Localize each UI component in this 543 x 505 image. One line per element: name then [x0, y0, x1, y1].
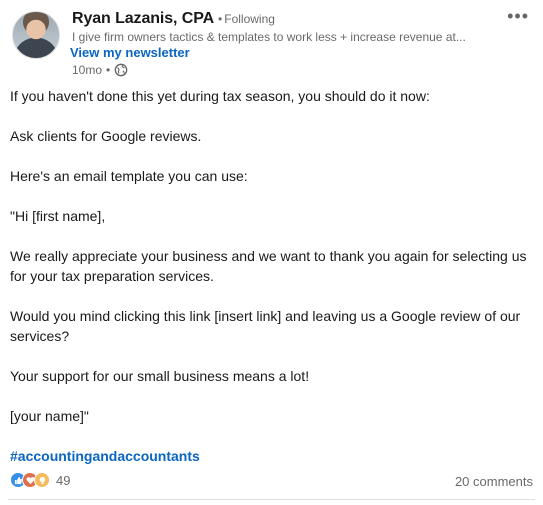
divider: [8, 499, 535, 500]
hashtag-link[interactable]: #accountingandaccountants: [10, 448, 200, 464]
reactions-summary[interactable]: 49: [10, 472, 70, 488]
post-paragraph: Ask clients for Google reviews.: [10, 128, 202, 144]
post-paragraph: Here's an email template you can use:: [10, 168, 248, 184]
post-header: Ryan Lazanis, CPA • Following I give firm …: [0, 0, 543, 86]
author-name[interactable]: Ryan Lazanis, CPA: [72, 10, 214, 27]
post-meta: 10mo •: [72, 63, 128, 77]
reaction-count: 49: [56, 472, 71, 488]
post-paragraph: Your support for our small business mean…: [10, 368, 310, 384]
insightful-icon: [34, 472, 50, 488]
social-counts: 49 20 comments: [0, 472, 543, 492]
meta-separator: •: [106, 63, 111, 77]
globe-icon: [114, 63, 128, 77]
post-paragraph: Would you mind clicking this link [inser…: [10, 308, 521, 344]
comments-count-link[interactable]: 20 comments: [455, 474, 533, 489]
post-time: 10mo: [72, 63, 103, 77]
separator-dot: •: [218, 12, 223, 26]
author-headline: I give firm owners tactics & templates t…: [72, 30, 466, 44]
author-avatar[interactable]: [12, 11, 60, 59]
view-newsletter-link[interactable]: View my newsletter: [70, 45, 190, 60]
post-body: If you haven't done this yet during tax …: [10, 86, 535, 486]
more-horizontal-icon[interactable]: •••: [507, 7, 529, 25]
post-paragraph: We really appreciate your business and w…: [10, 248, 527, 284]
follow-status: Following: [224, 12, 275, 26]
post-paragraph: [your name]": [10, 408, 89, 424]
author-name-line: Ryan Lazanis, CPA • Following: [72, 10, 275, 28]
post-paragraph: "Hi [first name],: [10, 208, 106, 224]
post-paragraph: If you haven't done this yet during tax …: [10, 88, 430, 104]
